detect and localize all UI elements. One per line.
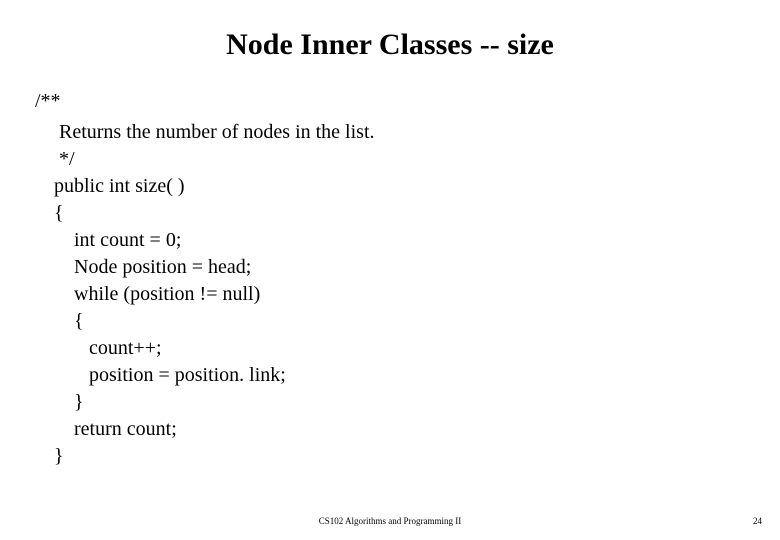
code-line: return count; <box>54 416 740 443</box>
code-line: */ <box>54 146 740 173</box>
code-line: { <box>54 308 740 335</box>
footer-text: CS102 Algorithms and Programming II <box>0 516 780 526</box>
code-line: } <box>54 443 740 470</box>
page-number: 24 <box>753 516 762 526</box>
code-comment-open: /** <box>35 90 740 113</box>
code-line: } <box>54 389 740 416</box>
slide: Node Inner Classes -- size /** Returns t… <box>0 0 780 540</box>
code-line: public int size( ) <box>54 173 740 200</box>
code-line: position = position. link; <box>54 362 740 389</box>
code-line: count++; <box>54 335 740 362</box>
code-line: int count = 0; <box>54 227 740 254</box>
page-title: Node Inner Classes -- size <box>40 28 740 62</box>
code-block: Returns the number of nodes in the list.… <box>54 119 740 470</box>
code-line: Node position = head; <box>54 254 740 281</box>
code-line: while (position != null) <box>54 281 740 308</box>
code-line: { <box>54 200 740 227</box>
code-line: Returns the number of nodes in the list. <box>54 119 740 146</box>
